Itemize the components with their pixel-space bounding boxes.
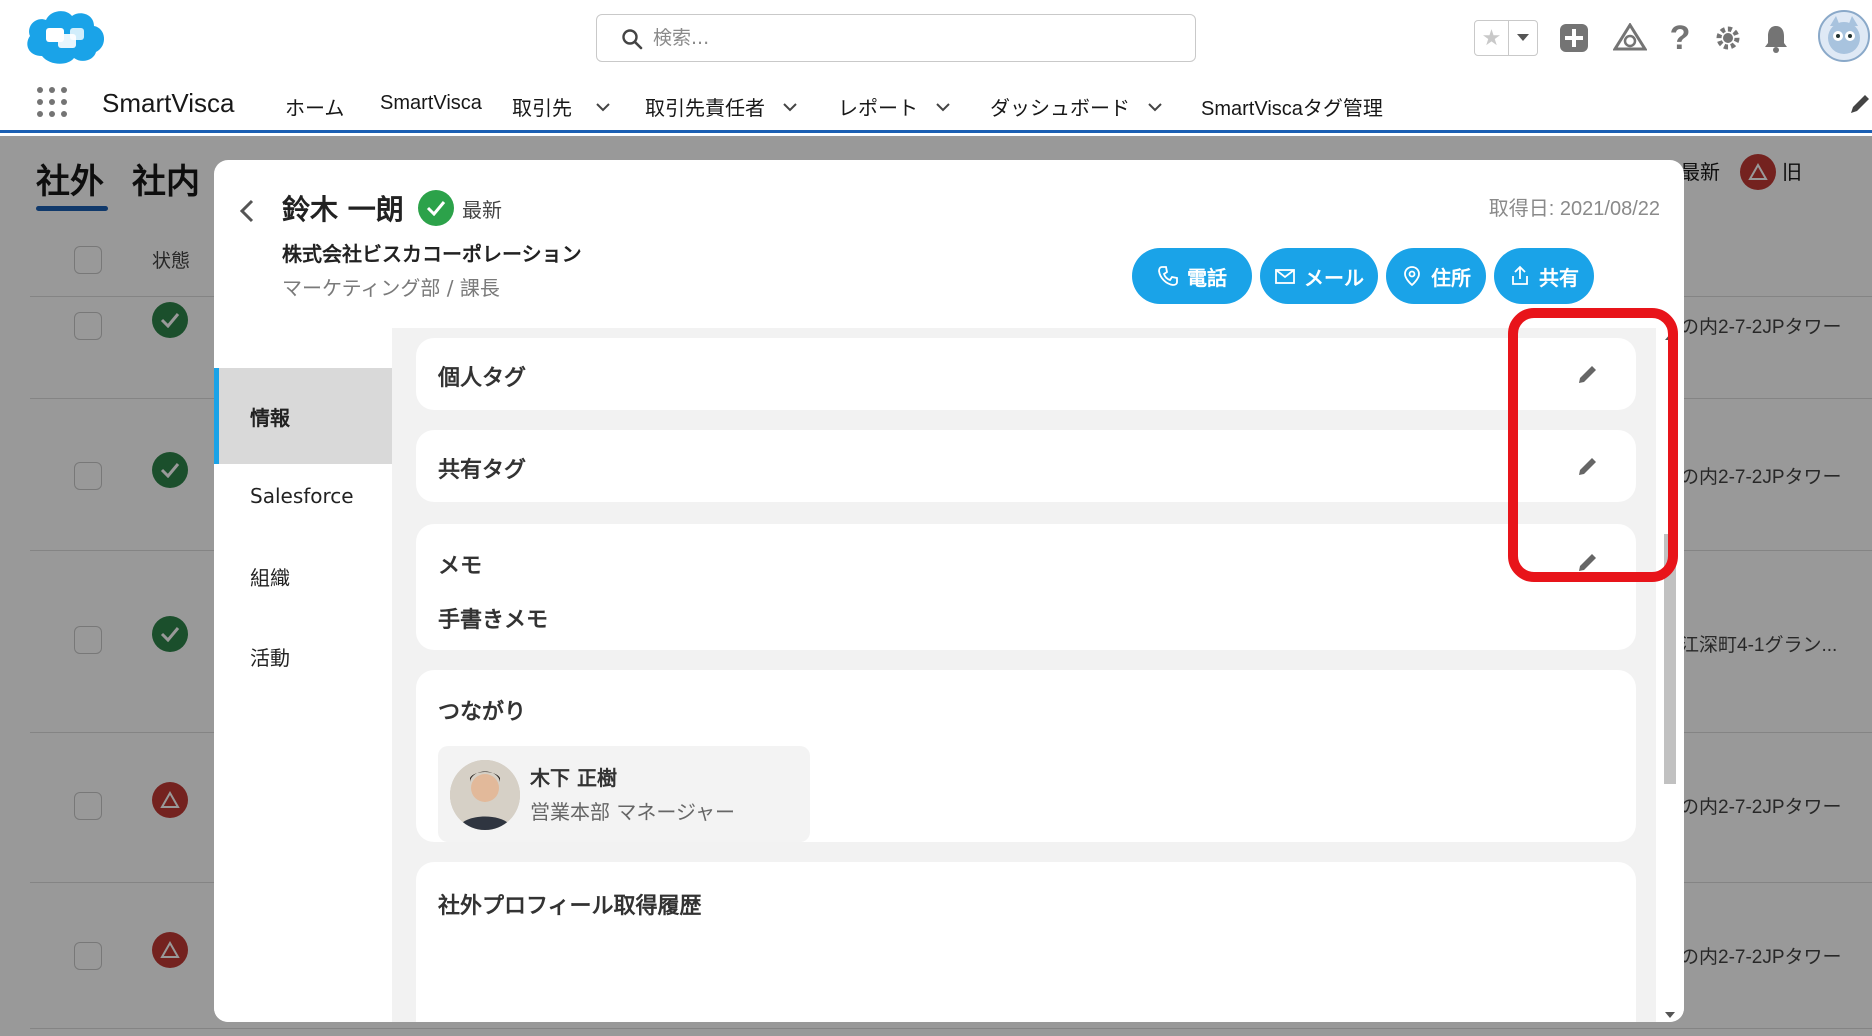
app-launcher-icon[interactable] — [36, 86, 68, 118]
back-arrow-icon[interactable] — [234, 198, 260, 224]
acquired-date: 取得日: 2021/08/22 — [1488, 198, 1660, 220]
connection-item[interactable]: 木下 正樹 営業本部 マネージャー — [438, 746, 810, 842]
personal-tag-card: 個人タグ — [416, 338, 1636, 410]
personal-tag-title: 個人タグ — [438, 366, 527, 391]
search-icon — [622, 29, 643, 50]
latest-check-icon — [418, 190, 454, 226]
notification-bell-icon[interactable] — [1758, 20, 1794, 56]
share-icon — [1512, 265, 1528, 285]
detail-side-nav: 情報 Salesforce 組織 活動 — [214, 328, 392, 1022]
company-name: 株式会社ビスカコーポレーション — [282, 242, 582, 266]
share-button[interactable]: 共有 — [1494, 248, 1594, 304]
mail-button[interactable]: メール — [1260, 248, 1378, 304]
phone-button-label: 電話 — [1187, 267, 1227, 290]
chevron-down-icon[interactable] — [1148, 100, 1162, 114]
nav-item-accounts[interactable]: 取引先 — [512, 92, 610, 121]
nav-item-label: ダッシュボード — [990, 98, 1130, 120]
trailhead-icon[interactable] — [1612, 20, 1648, 56]
profile-history-card: 社外プロフィール取得履歴 — [416, 862, 1636, 1022]
mail-icon — [1275, 269, 1295, 284]
handwritten-memo-title: 手書きメモ — [438, 608, 549, 633]
connection-name: 木下 正樹 — [530, 766, 617, 790]
address-button[interactable]: 住所 — [1386, 248, 1486, 304]
nav-item-label: 取引先 — [512, 98, 572, 120]
connection-role: 営業本部 マネージャー — [530, 800, 735, 824]
edit-nav-pencil-icon[interactable] — [1848, 92, 1872, 116]
share-button-label: 共有 — [1539, 267, 1579, 290]
scroll-down-icon[interactable] — [1664, 1010, 1676, 1020]
phone-button[interactable]: 電話 — [1132, 248, 1252, 304]
memo-card: メモ 手書きメモ — [416, 524, 1636, 650]
chevron-down-icon — [1517, 34, 1529, 41]
department-title: マーケティング部 / 課長 — [282, 276, 500, 300]
app-navigation-bar: SmartVisca ホーム SmartVisca 取引先 取引先責任者 レポー… — [0, 78, 1872, 133]
memo-title: メモ — [438, 554, 483, 579]
global-search[interactable] — [596, 14, 1196, 62]
connections-card: つながり 木下 正樹 営業本部 マネージャー — [416, 670, 1636, 842]
profile-history-title: 社外プロフィール取得履歴 — [438, 894, 702, 919]
app-name: SmartVisca — [102, 88, 235, 118]
latest-badge: 最新 — [462, 198, 502, 222]
global-header: ★ ? — [0, 0, 1872, 78]
chevron-down-icon[interactable] — [783, 100, 797, 114]
nav-item-label: SmartVisca — [380, 92, 482, 114]
phone-icon — [1158, 266, 1178, 286]
detail-content: 個人タグ 共有タグ メモ 手書きメモ つながり 木下 正樹 営業本部 マネージャ… — [392, 328, 1656, 1022]
chevron-down-icon[interactable] — [596, 100, 610, 114]
nav-item-label: 取引先責任者 — [645, 98, 765, 120]
chevron-down-icon[interactable] — [936, 100, 950, 114]
nav-item-dashboards[interactable]: ダッシュボード — [990, 92, 1162, 121]
favorite-star-icon[interactable]: ★ — [1475, 21, 1509, 55]
connections-title: つながり — [438, 700, 527, 725]
add-icon[interactable] — [1556, 20, 1592, 56]
nav-item-contacts[interactable]: 取引先責任者 — [645, 92, 797, 121]
favorites-control[interactable]: ★ — [1474, 20, 1538, 56]
business-card-detail-modal: 鈴木 一朗 最新 株式会社ビスカコーポレーション マーケティング部 / 課長 取… — [214, 160, 1684, 1022]
nav-item-tag-management[interactable]: SmartViscaタグ管理 — [1201, 92, 1383, 121]
salesforce-cloud-logo[interactable] — [20, 6, 110, 72]
side-nav-activity[interactable]: 活動 — [214, 608, 392, 704]
nav-item-label: レポート — [838, 98, 918, 120]
nav-item-reports[interactable]: レポート — [838, 92, 950, 121]
person-name: 鈴木 一朗 — [282, 193, 404, 226]
settings-icon[interactable] — [1710, 20, 1746, 56]
nav-item-smartvisca[interactable]: SmartVisca — [380, 92, 482, 115]
search-input[interactable] — [653, 23, 1173, 53]
location-pin-icon — [1404, 266, 1420, 287]
help-icon[interactable]: ? — [1662, 19, 1698, 57]
mail-button-label: メール — [1304, 267, 1364, 290]
connection-avatar — [450, 760, 520, 830]
user-avatar[interactable] — [1818, 10, 1870, 62]
annotation-highlight-box — [1508, 308, 1678, 582]
address-button-label: 住所 — [1431, 267, 1471, 290]
shared-tag-title: 共有タグ — [438, 458, 527, 483]
nav-item-label: SmartViscaタグ管理 — [1201, 98, 1383, 120]
favorites-dropdown[interactable] — [1509, 21, 1537, 55]
shared-tag-card: 共有タグ — [416, 430, 1636, 502]
nav-item-home[interactable]: ホーム — [285, 92, 344, 121]
nav-item-label: ホーム — [285, 98, 345, 120]
